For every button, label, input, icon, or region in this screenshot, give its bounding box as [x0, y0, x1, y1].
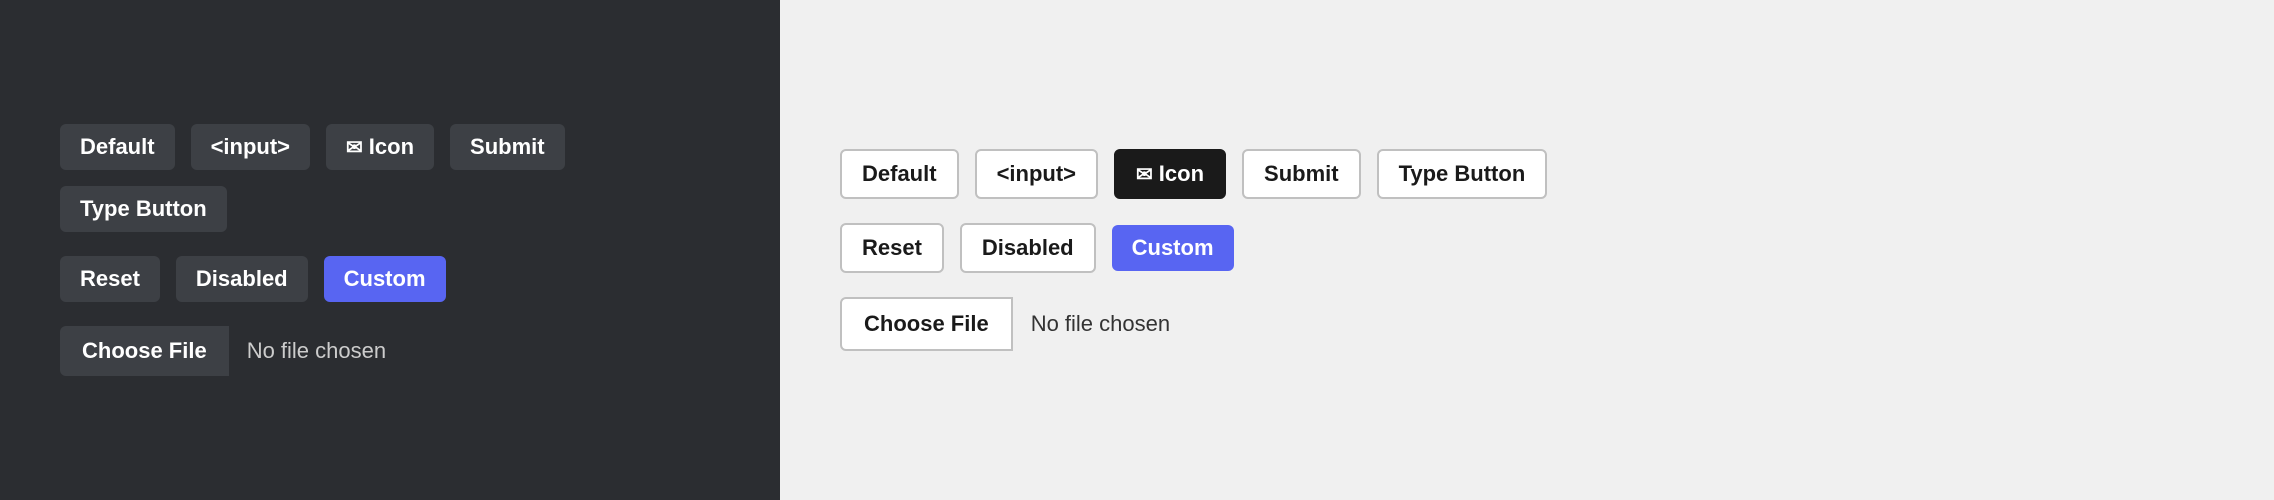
light-no-file-label: No file chosen: [1013, 299, 1188, 349]
light-row-1: Default <input> ✉ Icon Submit Type Butto…: [840, 149, 1547, 199]
dark-type-button[interactable]: Type Button: [60, 186, 227, 232]
dark-panel: Default <input> ✉ Icon Submit Type Butto…: [0, 0, 780, 500]
dark-choose-file-button[interactable]: Choose File: [60, 326, 229, 376]
light-disabled-button[interactable]: Disabled: [960, 223, 1096, 273]
light-row-2: Reset Disabled Custom: [840, 223, 1234, 273]
dark-no-file-label: No file chosen: [229, 326, 404, 376]
dark-row-1: Default <input> ✉ Icon Submit Type Butto…: [60, 124, 720, 232]
dark-icon-button[interactable]: ✉ Icon: [326, 124, 434, 170]
light-file-input-area: Choose File No file chosen: [840, 297, 1188, 351]
dark-disabled-button[interactable]: Disabled: [176, 256, 308, 302]
dark-default-button[interactable]: Default: [60, 124, 175, 170]
light-icon-button[interactable]: ✉ Icon: [1114, 149, 1226, 199]
light-reset-button[interactable]: Reset: [840, 223, 944, 273]
dark-row-2: Reset Disabled Custom: [60, 256, 446, 302]
light-default-button[interactable]: Default: [840, 149, 959, 199]
light-submit-button[interactable]: Submit: [1242, 149, 1361, 199]
dark-custom-button[interactable]: Custom: [324, 256, 446, 302]
envelope-icon-light: ✉: [1136, 162, 1153, 187]
envelope-icon: ✉: [346, 135, 363, 160]
light-custom-button[interactable]: Custom: [1112, 225, 1234, 271]
light-panel: Default <input> ✉ Icon Submit Type Butto…: [780, 0, 2274, 500]
light-choose-file-button[interactable]: Choose File: [840, 297, 1013, 351]
dark-reset-button[interactable]: Reset: [60, 256, 160, 302]
dark-icon-label: Icon: [369, 134, 414, 160]
dark-submit-button[interactable]: Submit: [450, 124, 565, 170]
light-input-button[interactable]: <input>: [975, 149, 1098, 199]
light-icon-label: Icon: [1159, 161, 1204, 187]
dark-input-button[interactable]: <input>: [191, 124, 310, 170]
light-type-button[interactable]: Type Button: [1377, 149, 1548, 199]
dark-file-input-area: Choose File No file chosen: [60, 326, 404, 376]
